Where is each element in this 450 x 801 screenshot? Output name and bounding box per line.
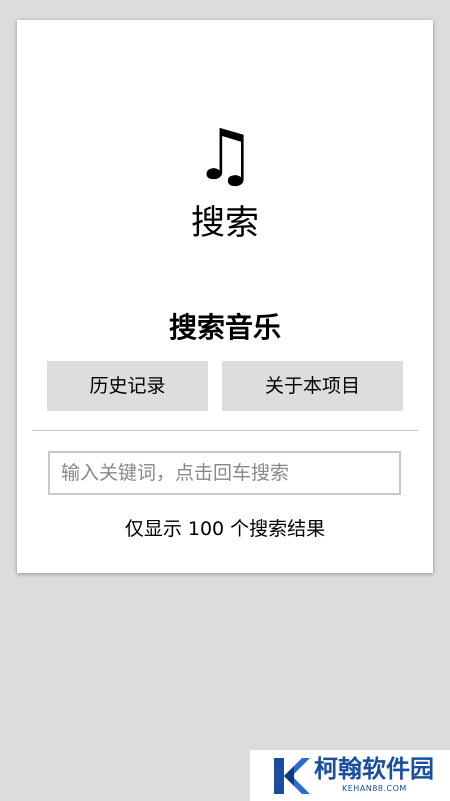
main-card: ♫ 搜索 搜索音乐 历史记录 关于本项目 仅显示 100 个搜索结果: [17, 20, 433, 573]
watermark-subtitle: KEHAN88.COM: [342, 784, 407, 793]
section-title: 搜索音乐: [168, 311, 281, 344]
app-title: 搜索: [191, 203, 259, 243]
result-limit-note: 仅显示 100 个搜索结果: [124, 518, 326, 540]
divider: [32, 430, 418, 431]
music-note-icon: ♫: [193, 114, 257, 196]
kehan-logo-icon: [274, 758, 310, 794]
search-input[interactable]: [48, 451, 401, 495]
about-button[interactable]: 关于本项目: [222, 361, 403, 411]
history-button[interactable]: 历史记录: [47, 361, 208, 411]
watermark: 柯翰软件园 KEHAN88.COM: [250, 750, 450, 801]
watermark-title: 柯翰软件园: [314, 755, 434, 783]
